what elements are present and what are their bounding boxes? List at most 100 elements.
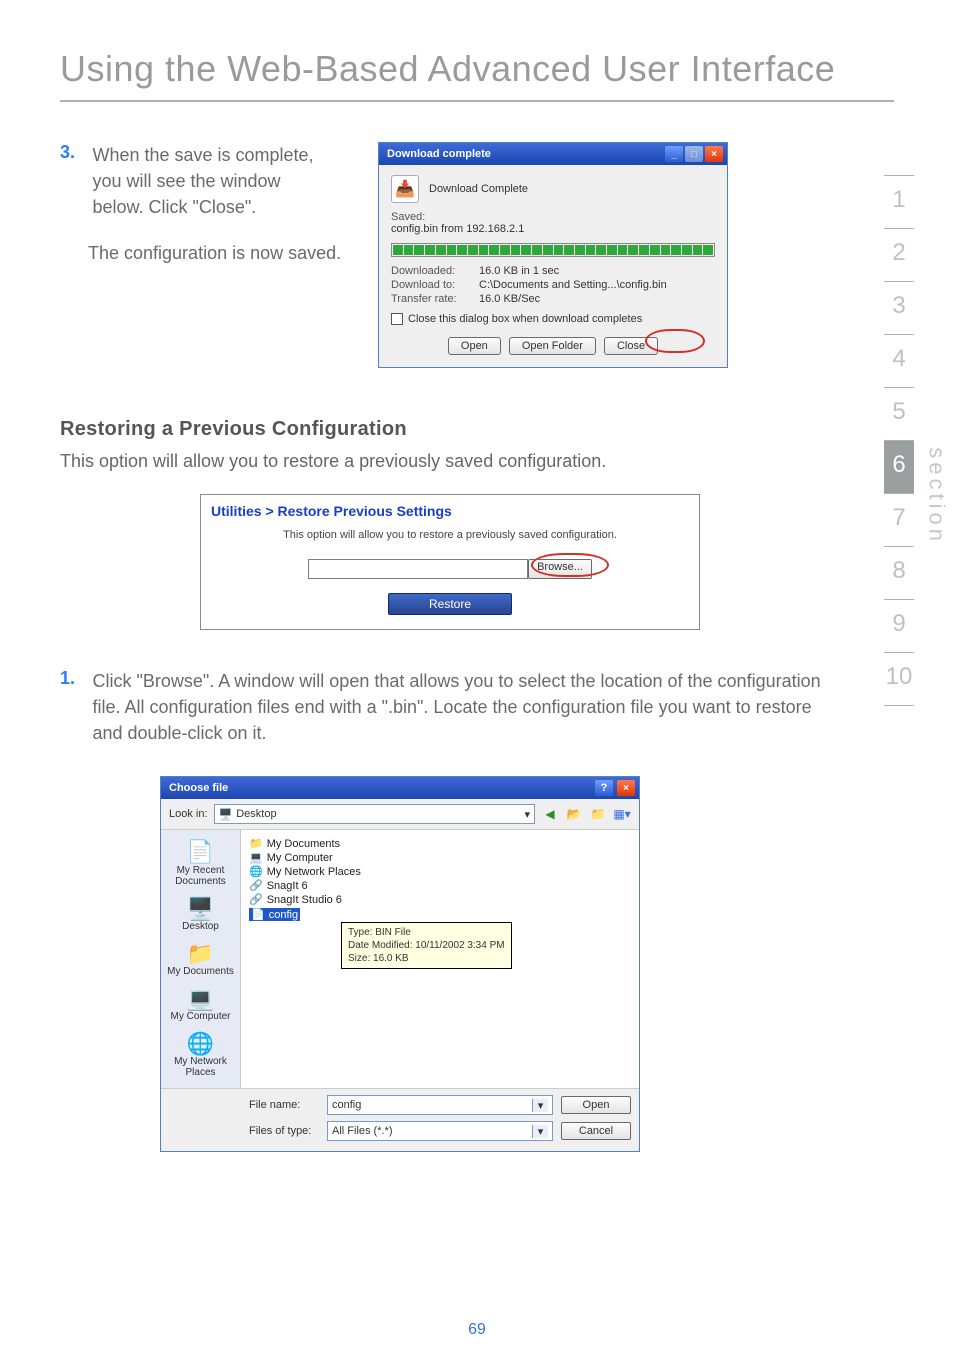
choose-file-titlebar: Choose file ? ×	[161, 777, 639, 799]
lookin-select[interactable]: 🖥️ Desktop ▾	[214, 804, 535, 824]
open-button[interactable]: Open	[448, 337, 501, 355]
cancel-button[interactable]: Cancel	[561, 1122, 631, 1140]
dialog-title: Download complete	[387, 148, 491, 160]
step-1-row: 1. Click "Browse". A window will open th…	[0, 650, 954, 746]
folder-icon: 📁	[249, 837, 263, 850]
chevron-down-icon: ▾	[524, 808, 530, 821]
file-tooltip: Type: BIN File Date Modified: 10/11/2002…	[341, 922, 512, 969]
step-1-text: Click "Browse". A window will open that …	[92, 668, 832, 746]
minimize-button[interactable]: _	[665, 146, 683, 162]
restore-panel-desc: This option will allow you to restore a …	[211, 529, 689, 541]
section-nav-8[interactable]: 8	[884, 547, 914, 600]
browse-button[interactable]: Browse...	[528, 559, 592, 579]
section-nav-7[interactable]: 7	[884, 494, 914, 547]
section-nav-5[interactable]: 5	[884, 388, 914, 441]
section-nav-3[interactable]: 3	[884, 282, 914, 335]
places-bar: 📄My Recent Documents 🖥️Desktop 📁My Docum…	[161, 830, 241, 1088]
title-divider	[60, 100, 894, 102]
section-nav-10[interactable]: 10	[884, 653, 914, 706]
file-icon: 📄	[251, 908, 265, 921]
download-complete-header: Download Complete	[429, 183, 528, 195]
saved-value: config.bin from 192.168.2.1	[391, 223, 715, 235]
section-nav-9[interactable]: 9	[884, 600, 914, 653]
dialog-titlebar: Download complete _ □ ×	[379, 143, 727, 165]
close-when-complete-checkbox[interactable]	[391, 313, 403, 325]
maximize-button[interactable]: □	[685, 146, 703, 162]
shortcut-icon: 🔗	[249, 893, 263, 906]
step-3-text-2: The configuration is now saved.	[88, 240, 348, 266]
desktop-place-icon: 🖥️	[182, 897, 219, 921]
file-item[interactable]: 💻My Computer	[249, 851, 631, 864]
choose-file-dialog: Choose file ? × Look in: 🖥️ Desktop ▾ ◀ …	[160, 776, 640, 1152]
place-recent[interactable]: 📄My Recent Documents	[161, 836, 240, 890]
restore-heading: Restoring a Previous Configuration	[0, 368, 954, 449]
saved-label: Saved:	[391, 211, 715, 223]
computer-icon: 💻	[249, 851, 263, 864]
downloadto-label: Download to:	[391, 279, 479, 291]
network-icon: 🌐	[249, 865, 263, 878]
page-number: 69	[0, 1321, 954, 1339]
file-item[interactable]: 📁My Documents	[249, 837, 631, 850]
filename-input[interactable]: config▾	[327, 1095, 553, 1115]
file-item-selected[interactable]: 📄config	[249, 908, 300, 921]
choose-file-title: Choose file	[169, 782, 228, 794]
download-icon: 📥	[391, 175, 419, 203]
network-places-icon: 🌐	[163, 1032, 238, 1056]
download-complete-dialog: Download complete _ □ × 📥 Download Compl…	[378, 142, 728, 368]
restore-intro: This option will allow you to restore a …	[0, 449, 954, 488]
downloaded-value: 16.0 KB in 1 sec	[479, 265, 559, 277]
filetype-label: Files of type:	[249, 1125, 319, 1137]
open-file-button[interactable]: Open	[561, 1096, 631, 1114]
views-icon[interactable]: ▦▾	[613, 805, 631, 823]
choose-file-close-button[interactable]: ×	[617, 780, 635, 796]
restore-panel-title: Utilities > Restore Previous Settings	[211, 503, 689, 519]
restore-settings-panel: Utilities > Restore Previous Settings Th…	[200, 494, 700, 630]
filetype-select[interactable]: All Files (*.*)▾	[327, 1121, 553, 1141]
open-folder-button[interactable]: Open Folder	[509, 337, 596, 355]
close-when-complete-label: Close this dialog box when download comp…	[408, 313, 642, 325]
desktop-icon: 🖥️	[219, 808, 233, 821]
file-item[interactable]: 🌐My Network Places	[249, 865, 631, 878]
choose-bottom-bar: File name: config▾ Open Files of type: A…	[161, 1088, 639, 1151]
back-icon[interactable]: ◀	[541, 805, 559, 823]
recent-docs-icon: 📄	[163, 840, 238, 864]
chevron-down-icon[interactable]: ▾	[532, 1125, 548, 1138]
step-3-number: 3.	[60, 142, 88, 163]
help-button[interactable]: ?	[595, 780, 613, 796]
section-nav-4[interactable]: 4	[884, 335, 914, 388]
section-label: section	[924, 447, 950, 545]
up-folder-icon[interactable]: 📂	[565, 805, 583, 823]
section-nav: 1 2 3 4 5 6 7 8 9 10	[884, 175, 914, 706]
file-list-area[interactable]: 📁My Documents 💻My Computer 🌐My Network P…	[241, 830, 639, 1088]
step-1-number: 1.	[60, 668, 88, 689]
choose-file-toolbar: Look in: 🖥️ Desktop ▾ ◀ 📂 📁 ▦▾	[161, 799, 639, 830]
file-item[interactable]: 🔗SnagIt Studio 6	[249, 893, 631, 906]
downloadto-value: C:\Documents and Setting...\config.bin	[479, 279, 667, 291]
chevron-down-icon[interactable]: ▾	[532, 1099, 548, 1112]
new-folder-icon[interactable]: 📁	[589, 805, 607, 823]
place-network[interactable]: 🌐My Network Places	[161, 1028, 240, 1082]
section-nav-1[interactable]: 1	[884, 175, 914, 229]
step-3-row: 3. When the save is complete, you will s…	[0, 142, 954, 368]
mycomputer-icon: 💻	[170, 987, 230, 1011]
section-nav-6[interactable]: 6	[884, 441, 914, 494]
lookin-value: Desktop	[236, 808, 276, 820]
place-desktop[interactable]: 🖥️Desktop	[180, 893, 221, 936]
section-nav-2[interactable]: 2	[884, 229, 914, 282]
progress-bar	[391, 243, 715, 257]
step-3-text: When the save is complete, you will see …	[92, 142, 332, 220]
file-item[interactable]: 🔗SnagIt 6	[249, 879, 631, 892]
restore-file-input[interactable]	[308, 559, 528, 579]
transferrate-value: 16.0 KB/Sec	[479, 293, 540, 305]
close-button[interactable]: Close	[604, 337, 658, 355]
mydocs-icon: 📁	[167, 942, 234, 966]
restore-button[interactable]: Restore	[388, 593, 512, 615]
transferrate-label: Transfer rate:	[391, 293, 479, 305]
place-mydocs[interactable]: 📁My Documents	[165, 938, 236, 981]
lookin-label: Look in:	[169, 808, 208, 820]
shortcut-icon: 🔗	[249, 879, 263, 892]
downloaded-label: Downloaded:	[391, 265, 479, 277]
filename-label: File name:	[249, 1099, 319, 1111]
place-mycomputer[interactable]: 💻My Computer	[168, 983, 232, 1026]
close-window-button[interactable]: ×	[705, 146, 723, 162]
